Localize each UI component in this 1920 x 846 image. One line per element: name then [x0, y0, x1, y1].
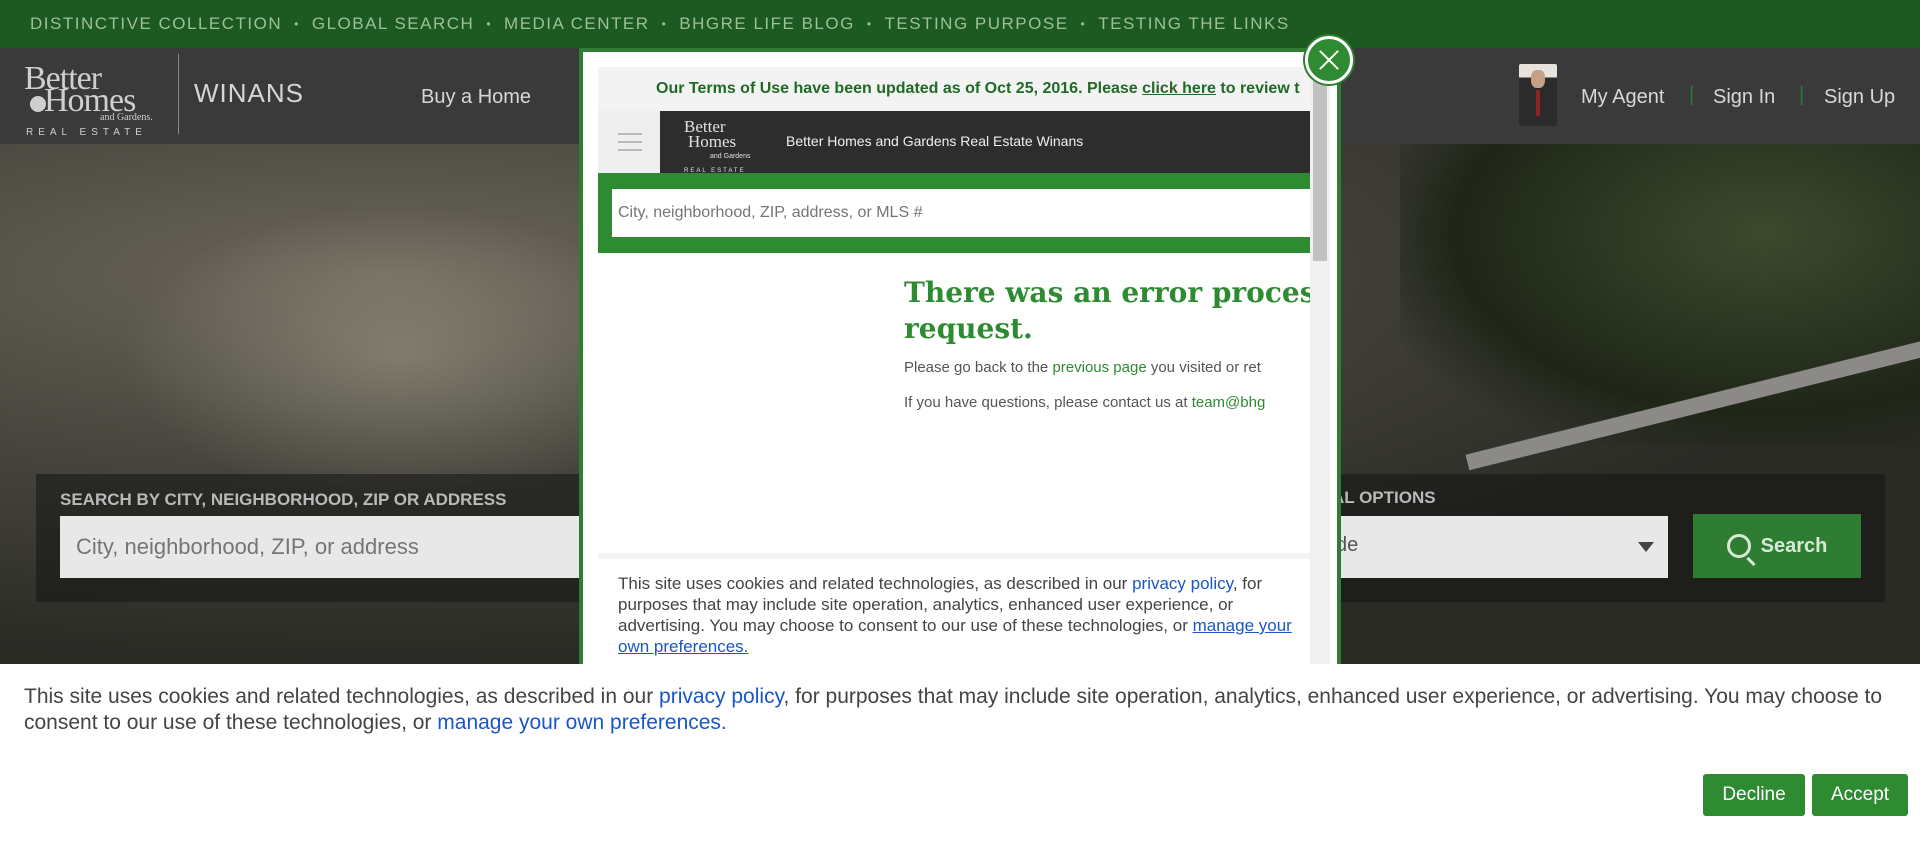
options-select[interactable]: de	[1332, 516, 1668, 578]
modal-site-header: Better Homes and Gardens REAL ESTATE Bet…	[598, 111, 1310, 174]
scrollbar-thumb[interactable]	[1313, 71, 1327, 261]
cookie-banner-text: This site uses cookies and related techn…	[24, 684, 1920, 736]
cookie-text: This site uses cookies and related techn…	[618, 574, 1133, 593]
agent-tie	[1536, 90, 1540, 116]
logo-divider	[178, 54, 179, 134]
hero-trees	[1400, 144, 1920, 444]
search-button-label: Search	[1760, 534, 1828, 557]
utility-link-testing-the-links[interactable]: TESTING THE LINKS	[1098, 14, 1289, 34]
utility-link-testing-purpose[interactable]: TESTING PURPOSE	[885, 14, 1069, 34]
search-button[interactable]: Search	[1693, 514, 1861, 578]
top-utility-bar: DISTINCTIVE COLLECTION • GLOBAL SEARCH • M…	[0, 0, 1920, 48]
terms-notice: Our Terms of Use have been updated as of…	[598, 67, 1310, 111]
search-icon	[1726, 534, 1751, 558]
cookie-banner: This site uses cookies and related techn…	[0, 664, 1920, 846]
modal-content[interactable]: Our Terms of Use have been updated as of…	[598, 67, 1310, 667]
error-text: you visited or ret	[1146, 359, 1261, 376]
hamburger-menu-button[interactable]	[598, 111, 660, 173]
modal-header-title: Better Homes and Gardens Real Estate Win…	[786, 133, 1084, 149]
hero-search-input[interactable]	[60, 516, 620, 578]
separator-dot: •	[294, 17, 300, 31]
modal-bhgre-logo[interactable]: Better Homes and Gardens REAL ESTATE	[684, 118, 751, 179]
error-title: There was an error proces request.	[904, 276, 1310, 345]
close-icon[interactable]	[1305, 36, 1353, 84]
header-divider: |	[1689, 84, 1695, 106]
separator-dot: •	[486, 17, 493, 31]
separator-dot: •	[1080, 17, 1087, 31]
modal-scrollbar[interactable]	[1310, 67, 1330, 667]
utility-link-distinctive-collection[interactable]: DISTINCTIVE COLLECTION	[30, 14, 282, 34]
logo-text-gardens: and Gardens.	[100, 112, 153, 123]
menu-icon	[618, 149, 642, 151]
separator-dot: •	[661, 17, 668, 31]
additional-options-label: AL OPTIONS	[1332, 488, 1436, 507]
error-body: There was an error proces request. Pleas…	[598, 253, 1310, 553]
menu-icon	[618, 141, 642, 143]
brokerage-name[interactable]: WINANS	[194, 78, 304, 109]
error-line-go-back: Please go back to the previous page you …	[904, 359, 1261, 376]
utility-links: DISTINCTIVE COLLECTION • GLOBAL SEARCH • M…	[0, 0, 1920, 48]
manage-preferences-link[interactable]: manage your own preferences.	[437, 711, 727, 734]
logo-text-real-estate: REAL ESTATE	[26, 127, 147, 138]
terms-click-here-link[interactable]: click here	[1142, 80, 1216, 97]
nav-buy-a-home[interactable]: Buy a Home	[421, 86, 531, 109]
previous-page-link[interactable]: previous page	[1052, 359, 1146, 376]
modal-search-bar	[598, 173, 1310, 253]
contact-email-link[interactable]: team@bhg	[1192, 394, 1266, 411]
modal-search-input[interactable]	[612, 189, 1310, 237]
decline-button[interactable]: Decline	[1703, 774, 1805, 816]
modal-logo-homes: Homes	[688, 132, 737, 151]
bhgre-logo[interactable]: Better Homes and Gardens. REAL ESTATE	[24, 56, 169, 138]
utility-link-bhgre-life-blog[interactable]: BHGRE LIFE BLOG	[679, 14, 855, 34]
separator-dot: •	[866, 17, 873, 31]
error-modal: Our Terms of Use have been updated as of…	[579, 48, 1341, 668]
error-text: Please go back to the	[904, 359, 1053, 376]
search-label: SEARCH BY CITY, NEIGHBORHOOD, ZIP OR ADD…	[60, 490, 507, 509]
utility-link-global-search[interactable]: GLOBAL SEARCH	[312, 14, 474, 34]
privacy-policy-link[interactable]: privacy policy	[659, 685, 783, 708]
terms-text: Our Terms of Use have been updated as of…	[656, 80, 1143, 97]
agent-avatar[interactable]	[1519, 64, 1557, 126]
cookie-text: This site uses cookies and related techn…	[24, 685, 660, 708]
error-line-contact: If you have questions, please contact us…	[904, 394, 1265, 411]
sign-in-link[interactable]: Sign In	[1713, 86, 1775, 109]
accept-button[interactable]: Accept	[1812, 774, 1908, 816]
modal-privacy-policy-link[interactable]: privacy policy	[1132, 574, 1233, 593]
terms-text-after: to review t	[1215, 80, 1300, 97]
my-agent-link[interactable]: My Agent	[1581, 86, 1664, 109]
sign-up-link[interactable]: Sign Up	[1824, 86, 1895, 109]
utility-link-media-center[interactable]: MEDIA CENTER	[504, 14, 650, 34]
chevron-down-icon	[1638, 542, 1654, 552]
error-text: If you have questions, please contact us…	[904, 394, 1192, 411]
agent-face	[1531, 70, 1545, 88]
menu-icon	[618, 133, 642, 135]
modal-cookie-notice: This site uses cookies and related techn…	[598, 559, 1310, 667]
modal-logo-gardens: and Gardens	[710, 153, 751, 160]
header-divider: |	[1799, 84, 1805, 106]
